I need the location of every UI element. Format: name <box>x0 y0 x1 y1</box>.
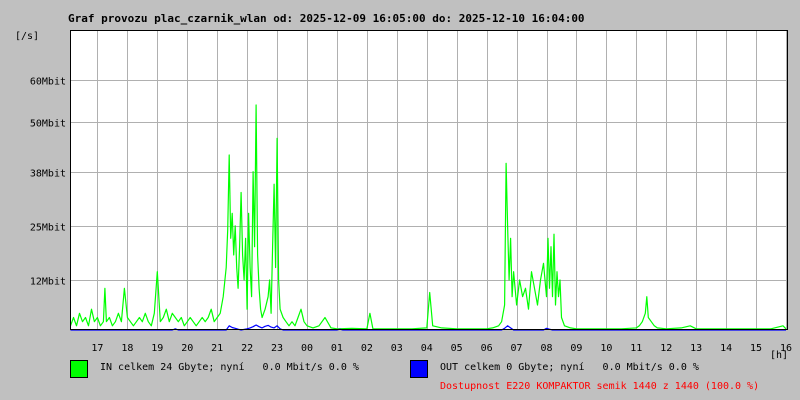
x-tick-label: 07 <box>511 343 523 354</box>
x-tick-label: 05 <box>451 343 463 354</box>
x-tick-label: 04 <box>421 343 433 354</box>
x-tick-label: 15 <box>750 343 762 354</box>
x-tick-label: 21 <box>211 343 223 354</box>
y-tick-label: 50Mbit <box>30 119 66 130</box>
plot-area <box>70 30 788 330</box>
x-tick-label: 12 <box>660 343 672 354</box>
x-tick-label: 17 <box>91 343 103 354</box>
x-tick-label: 03 <box>391 343 403 354</box>
x-tick-label: 22 <box>241 343 253 354</box>
x-tick-label: 02 <box>361 343 373 354</box>
x-tick-label: 20 <box>181 343 193 354</box>
x-tick-label: 16 <box>780 343 792 354</box>
traffic-chart: 12Mbit 25Mbit 38Mbit 50Mbit 60Mbit 17 18 19 20 21… <box>30 30 792 354</box>
x-tick-label: 14 <box>720 343 732 354</box>
out-legend-label: OUT celkem 0 Gbyte; nyní 0.0 Mbit/s 0.0 … <box>440 362 699 373</box>
x-tick-label: 06 <box>481 343 493 354</box>
y-tick-label: 12Mbit <box>30 277 66 288</box>
in-legend-label: IN celkem 24 Gbyte; nyní 0.0 Mbit/s 0.0 … <box>100 362 359 373</box>
out-legend-swatch <box>410 360 428 378</box>
x-tick-label: 08 <box>540 343 552 354</box>
x-tick-label: 19 <box>151 343 163 354</box>
y-tick-label: 38Mbit <box>30 169 66 180</box>
availability-text: Dostupnost E220 KOMPAKTOR semik 1440 z 1… <box>440 381 760 392</box>
x-tick-label: 09 <box>570 343 582 354</box>
in-legend-swatch <box>70 360 88 378</box>
x-tick-label: 10 <box>600 343 612 354</box>
x-tick-label: 11 <box>630 343 642 354</box>
x-tick-label: 01 <box>331 343 343 354</box>
x-tick-label: 23 <box>271 343 283 354</box>
y-tick-label: 25Mbit <box>30 223 66 234</box>
x-tick-label: 00 <box>301 343 313 354</box>
x-tick-label: 13 <box>690 343 702 354</box>
x-tick-label: 18 <box>121 343 133 354</box>
y-tick-label: 60Mbit <box>30 77 66 88</box>
